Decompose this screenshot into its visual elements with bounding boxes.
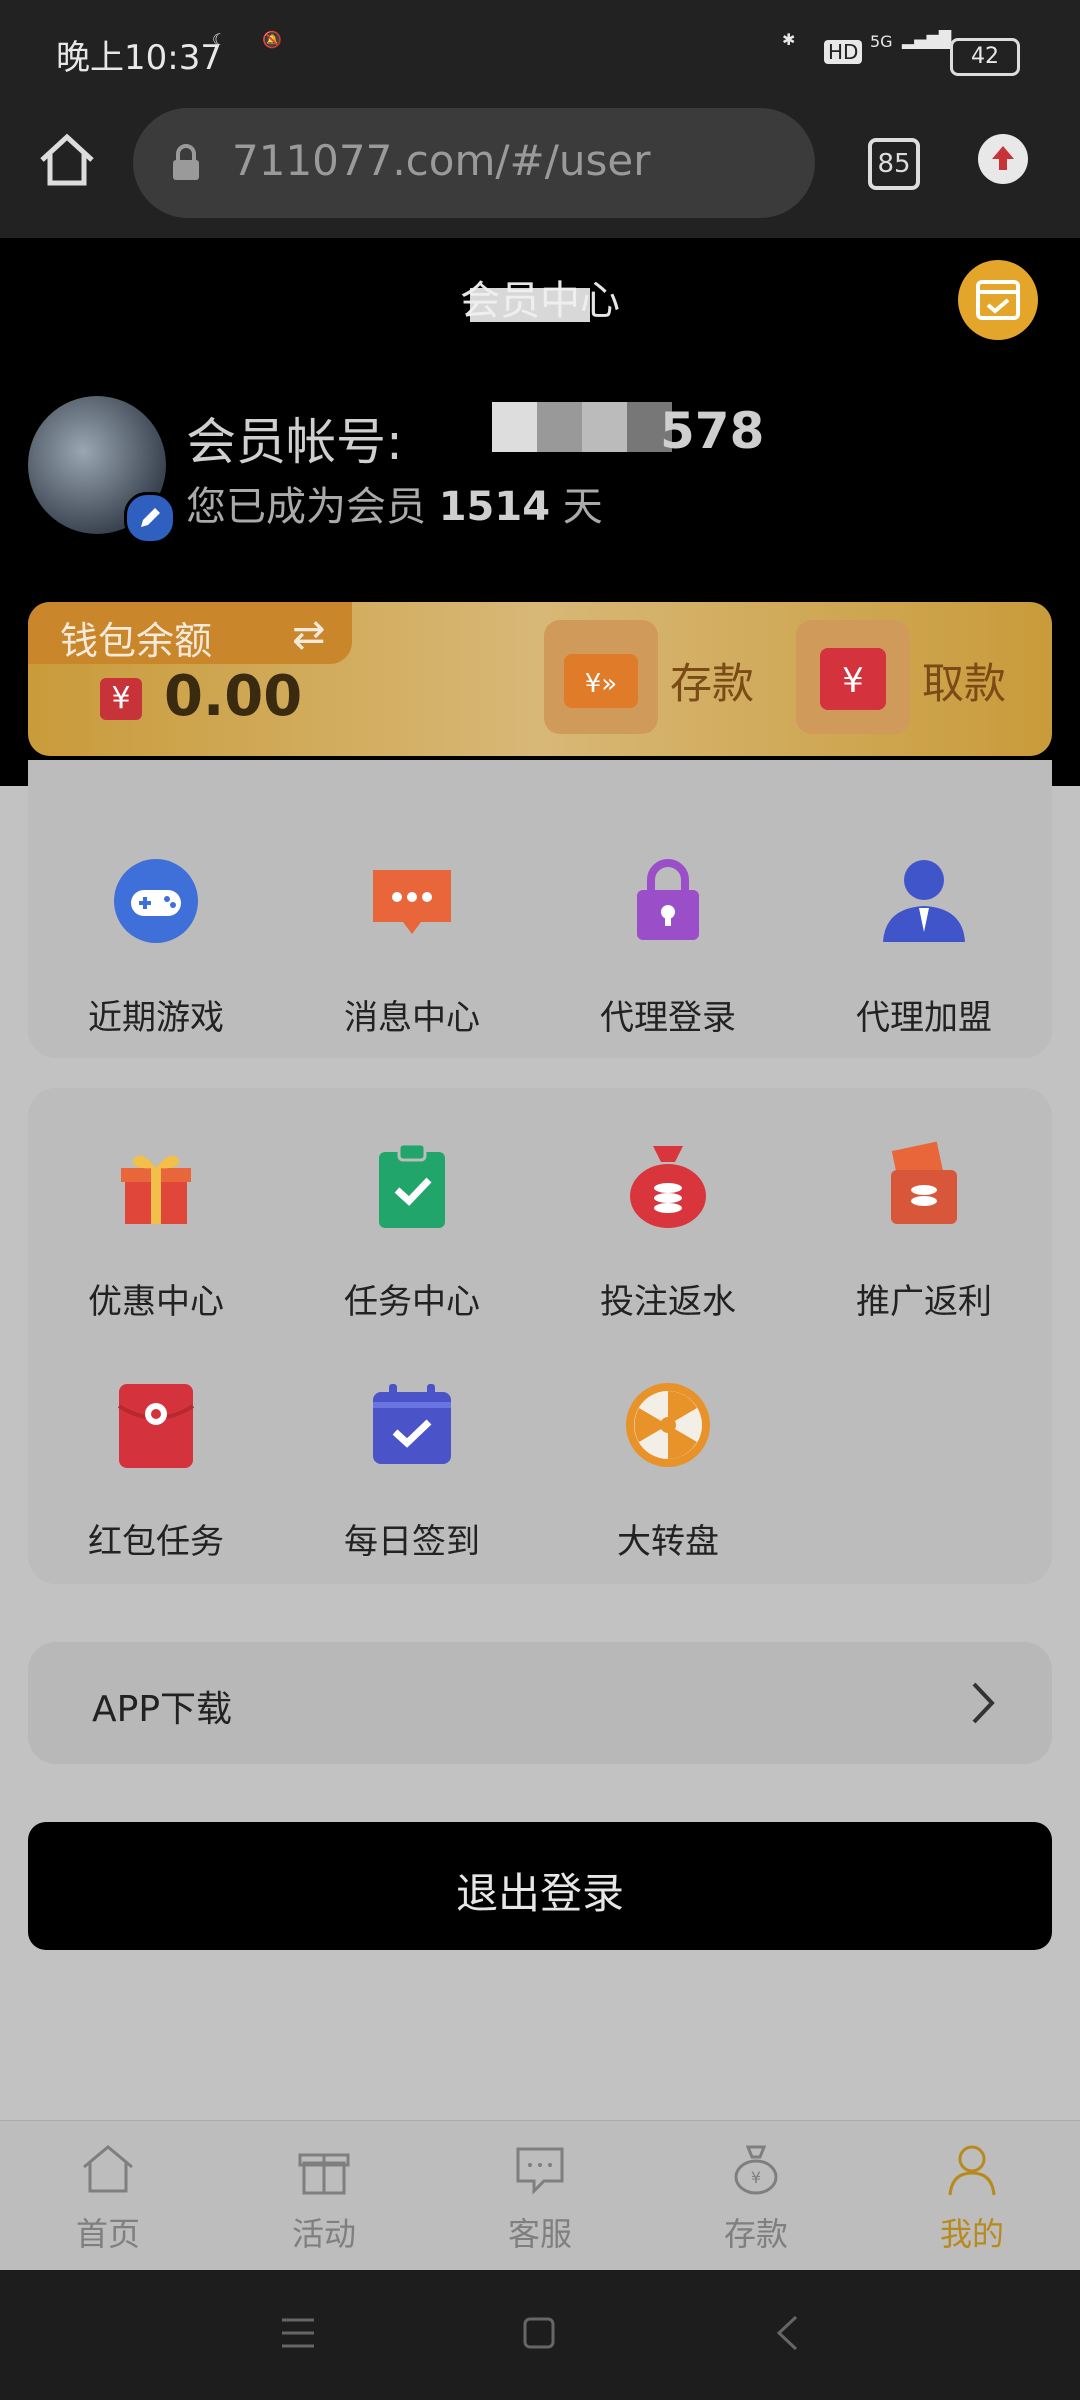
rebate-icon [891,1141,957,1224]
calendar-check-icon[interactable] [958,260,1038,340]
lock-icon [173,144,199,180]
task-center-item[interactable]: 任务中心 [284,1140,540,1323]
logout-button[interactable]: 退出登录 [28,1822,1052,1950]
app-download-row[interactable]: APP下载 [28,1642,1052,1764]
chat-icon [516,2147,564,2195]
lucky-wheel-label: 大转盘 [617,1522,719,1562]
tab-count[interactable]: 85 [868,138,920,190]
member-suffix: 天 [562,484,603,530]
signal-icon: ▂▄▆█ [902,30,952,49]
system-navigation-bar [0,2270,1080,2400]
hd-badge: HD [824,40,863,64]
red-envelope-task-item[interactable]: 红包任务 [28,1380,284,1563]
bet-rebate-label: 投注返水 [600,1282,736,1322]
gift-icon [121,1155,191,1224]
status-bar: 晚上10:37 ☾ 🔕 ✱ HD 5G ▂▄▆█ 42 [0,0,1080,106]
nav-home[interactable]: 首页 [0,2121,216,2271]
calendar-check-icon [373,1384,451,1464]
deposit-button[interactable]: ¥» [544,620,658,734]
promotions-item[interactable]: 优惠中心 [28,1140,284,1323]
referral-rebate-label: 推广返利 [856,1282,992,1322]
nav-support[interactable]: 客服 [432,2121,648,2271]
bet-rebate-item[interactable]: 投注返水 [540,1140,796,1323]
lock-icon [637,859,699,940]
member-duration: 您已成为会员 1514 天 [186,474,603,532]
wallet-label: 钱包余额 [60,619,213,663]
quick-actions-card: 近期游戏 消息中心 代理登录 代理加盟 [28,760,1052,1058]
account-redaction [492,402,672,452]
withdraw-label[interactable]: 取款 [922,650,1006,711]
daily-checkin-label: 每日签到 [344,1522,480,1562]
app-download-label: APP下载 [92,1689,233,1730]
gamepad-icon [114,859,198,943]
money-bag-icon [630,1146,706,1228]
menu-icon[interactable] [280,2316,316,2350]
member-days-count: 1514 [438,484,551,530]
svg-text:¥: ¥ [751,2168,761,2187]
logout-label: 退出登录 [455,1869,624,1918]
home-square-icon[interactable] [522,2316,556,2350]
redaction-mask [470,288,590,322]
red-envelope-icon [117,1384,195,1468]
home-icon [83,2145,133,2193]
agent-join-label: 代理加盟 [856,998,992,1038]
member-header: 会员中心 会员帐号: 578 您已成为会员 1514 天 钱包余额 ⇄ ¥ 0.… [0,238,1080,786]
battery-indicator: 42 [950,38,1020,76]
agent-login-item[interactable]: 代理登录 [540,856,796,1039]
bell-off-icon: 🔕 [262,30,282,49]
nav-home-label: 首页 [75,2215,140,2253]
gift-outline-icon [298,2153,350,2195]
upload-icon[interactable] [978,134,1028,184]
account-label: 会员帐号: [186,413,403,471]
refresh-icon[interactable]: ⇄ [292,612,326,658]
recent-games-label: 近期游戏 [88,998,224,1038]
edit-icon[interactable] [124,492,176,544]
nav-activity[interactable]: 活动 [216,2121,432,2271]
yen-icon: ¥ [100,678,142,720]
clipboard-check-icon [379,1142,445,1228]
lucky-wheel-item[interactable]: 大转盘 [540,1380,796,1563]
daily-checkin-item[interactable]: 每日签到 [284,1380,540,1563]
user-icon [948,2145,996,2196]
chevron-right-icon [972,1682,995,1724]
member-prefix: 您已成为会员 [186,484,426,530]
browser-toolbar: 711077.com/#/user 85 [0,106,1080,238]
bluetooth-icon: ✱ [782,30,796,49]
svg-text:¥: ¥ [842,661,864,701]
money-bag-outline-icon: ¥ [734,2145,778,2195]
recent-games-item[interactable]: 近期游戏 [28,856,284,1039]
message-center-label: 消息中心 [344,998,480,1038]
agent-join-item[interactable]: 代理加盟 [796,856,1052,1039]
url-text[interactable]: 711077.com/#/user [232,136,650,185]
status-time: 晚上10:37 [56,38,222,78]
nav-support-label: 客服 [507,2215,572,2253]
red-envelope-task-label: 红包任务 [88,1522,224,1562]
nav-deposit[interactable]: ¥ 存款 [648,2121,864,2271]
message-icon [373,870,451,934]
deposit-label[interactable]: 存款 [670,650,754,711]
bottom-nav: 首页 活动 客服 ¥ 存款 我的 [0,2120,1080,2271]
nav-deposit-label: 存款 [723,2215,788,2253]
nav-activity-label: 活动 [291,2215,356,2253]
message-center-item[interactable]: 消息中心 [284,856,540,1039]
home-icon[interactable] [38,132,96,188]
withdraw-button[interactable]: ¥ [796,620,910,734]
nav-mine-label: 我的 [939,2215,1004,2253]
services-card: 优惠中心 任务中心 投注返水 推广返利 红包任务 每日签到 大转盘 [28,1088,1052,1584]
svg-text:¥»: ¥» [585,669,617,699]
wheel-icon [626,1383,710,1467]
referral-rebate-item[interactable]: 推广返利 [796,1140,1052,1323]
network-type: 5G [870,32,893,51]
back-icon[interactable] [774,2314,800,2352]
promotions-label: 优惠中心 [88,1282,224,1322]
wallet-card: 钱包余额 ⇄ ¥ 0.00 ¥» 存款 ¥ 取款 [28,602,1052,756]
moon-icon: ☾ [212,30,227,49]
nav-mine[interactable]: 我的 [864,2121,1080,2271]
wallet-balance: 0.00 [164,664,303,729]
agent-icon [883,860,965,942]
agent-login-label: 代理登录 [600,998,736,1038]
task-center-label: 任务中心 [344,1282,480,1322]
account-suffix: 578 [660,402,765,460]
